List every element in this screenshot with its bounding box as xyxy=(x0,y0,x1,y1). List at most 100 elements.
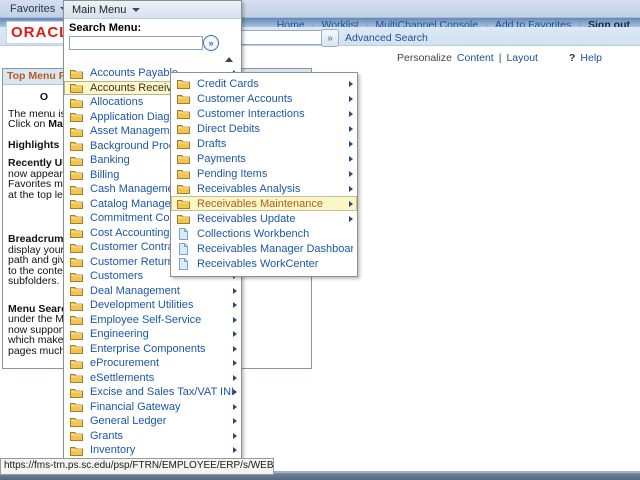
application-window: Home|Worklist|MultiChannel Console|Add t… xyxy=(0,0,640,480)
folder-icon xyxy=(177,93,190,104)
folder-icon xyxy=(70,271,83,282)
menu-item-employee-self-service[interactable]: Employee Self-Service xyxy=(64,313,241,328)
submenu-item-pending-items[interactable]: Pending Items xyxy=(171,166,357,181)
submenu-arrow-icon xyxy=(349,141,353,147)
menu-scroll-up-button[interactable] xyxy=(64,54,241,65)
menu-search-input[interactable] xyxy=(69,36,203,50)
menu-item-deal-management[interactable]: Deal Management xyxy=(64,284,241,299)
submenu-item-direct-debits[interactable]: Direct Debits xyxy=(171,121,357,136)
menu-item-label: Drafts xyxy=(197,138,349,150)
folder-icon xyxy=(70,445,83,456)
submenu-item-payments[interactable]: Payments xyxy=(171,151,357,166)
menu-item-label: Receivables WorkCenter xyxy=(197,258,353,270)
menu-item-label: Pending Items xyxy=(197,168,349,180)
menu-item-label: Receivables Maintenance xyxy=(197,198,349,210)
menu-item-label: Direct Debits xyxy=(197,123,349,135)
page-icon xyxy=(177,258,190,270)
personalize-content-link[interactable]: Content xyxy=(457,52,494,64)
folder-icon xyxy=(177,183,190,194)
menu-item-label: Payments xyxy=(197,153,349,165)
submenu-item-credit-cards[interactable]: Credit Cards xyxy=(171,76,357,91)
folder-icon xyxy=(70,329,83,340)
folder-icon xyxy=(177,153,190,164)
submenu-item-receivables-maintenance[interactable]: Receivables Maintenance xyxy=(171,196,357,211)
submenu-item-customer-interactions[interactable]: Customer Interactions xyxy=(171,106,357,121)
menu-item-grants[interactable]: Grants xyxy=(64,429,241,444)
submenu-arrow-icon xyxy=(349,171,353,177)
folder-icon xyxy=(70,68,83,79)
submenu-item-drafts[interactable]: Drafts xyxy=(171,136,357,151)
page-icon xyxy=(177,243,190,255)
menu-item-development-utilities[interactable]: Development Utilities xyxy=(64,298,241,313)
menu-item-excise-and-sales-tax-vat-ind[interactable]: Excise and Sales Tax/VAT IND xyxy=(64,385,241,400)
submenu-arrow-icon xyxy=(233,331,237,337)
menu-item-label: Employee Self-Service xyxy=(90,314,233,326)
folder-icon xyxy=(70,256,83,267)
folder-icon xyxy=(177,108,190,119)
main-menu-label: Main Menu xyxy=(72,4,126,16)
menu-item-label: Development Utilities xyxy=(90,299,233,311)
menu-search-go-button[interactable]: » xyxy=(203,35,219,51)
submenu-arrow-icon xyxy=(349,96,353,102)
folder-icon xyxy=(70,227,83,238)
folder-icon xyxy=(70,184,83,195)
menu-item-label: Deal Management xyxy=(90,285,233,297)
menu-item-label: Receivables Update xyxy=(197,213,349,225)
personalize-label: Personalize xyxy=(397,52,452,64)
submenu-arrow-icon xyxy=(233,389,237,395)
submenu-item-customer-accounts[interactable]: Customer Accounts xyxy=(171,91,357,106)
folder-icon xyxy=(70,140,83,151)
submenu-item-collections-workbench[interactable]: Collections Workbench xyxy=(171,226,357,241)
submenu-arrow-icon xyxy=(349,126,353,132)
menu-item-engineering[interactable]: Engineering xyxy=(64,327,241,342)
submenu-arrow-icon xyxy=(233,317,237,323)
folder-icon xyxy=(70,300,83,311)
main-menu-button[interactable]: Main Menu xyxy=(64,1,241,19)
submenu-arrow-icon xyxy=(233,418,237,424)
personalize-layout-link[interactable]: Layout xyxy=(506,52,538,64)
folder-icon xyxy=(70,358,83,369)
menu-item-eprocurement[interactable]: eProcurement xyxy=(64,356,241,371)
submenu-item-receivables-manager-dashboard[interactable]: Receivables Manager Dashboard xyxy=(171,241,357,256)
folder-icon xyxy=(70,401,83,412)
menu-item-label: eProcurement xyxy=(90,357,233,369)
folder-icon xyxy=(177,198,190,209)
submenu-item-receivables-analysis[interactable]: Receivables Analysis xyxy=(171,181,357,196)
menu-item-label: General Ledger xyxy=(90,415,233,427)
menu-item-inventory[interactable]: Inventory xyxy=(64,443,241,458)
submenu-arrow-icon xyxy=(349,201,353,207)
submenu-arrow-icon xyxy=(233,360,237,366)
advanced-search-link[interactable]: Advanced Search xyxy=(345,32,428,44)
submenu-arrow-icon xyxy=(233,288,237,294)
submenu-arrow-icon xyxy=(349,156,353,162)
submenu-arrow-icon xyxy=(233,433,237,439)
personalize-separator: | xyxy=(499,52,502,64)
help-link[interactable]: Help xyxy=(580,52,602,64)
folder-icon xyxy=(177,123,190,134)
menu-item-enterprise-components[interactable]: Enterprise Components xyxy=(64,342,241,357)
menu-item-label: Credit Cards xyxy=(197,78,349,90)
folder-icon xyxy=(70,155,83,166)
folder-icon xyxy=(70,126,83,137)
menu-item-label: Inventory xyxy=(90,444,233,456)
menu-item-financial-gateway[interactable]: Financial Gateway xyxy=(64,400,241,415)
page-icon xyxy=(177,228,190,240)
menu-item-label: Grants xyxy=(90,430,233,442)
folder-icon xyxy=(70,198,83,209)
menu-item-label: Customer Interactions xyxy=(197,108,349,120)
header-search-go-button[interactable]: » xyxy=(321,29,339,47)
submenu-item-receivables-workcenter[interactable]: Receivables WorkCenter xyxy=(171,256,357,271)
submenu-arrow-icon xyxy=(233,447,237,453)
menu-item-general-ledger[interactable]: General Ledger xyxy=(64,414,241,429)
menu-item-esettlements[interactable]: eSettlements xyxy=(64,371,241,386)
folder-icon xyxy=(177,213,190,224)
submenu-arrow-icon xyxy=(233,346,237,352)
menu-item-label: Receivables Manager Dashboard xyxy=(197,243,353,255)
submenu-item-receivables-update[interactable]: Receivables Update xyxy=(171,211,357,226)
submenu-arrow-icon xyxy=(233,404,237,410)
scroll-up-icon xyxy=(225,57,233,62)
submenu-arrow-icon xyxy=(233,375,237,381)
status-url-tooltip: https://fms-trn.ps.sc.edu/psp/FTRN/EMPLO… xyxy=(0,458,274,475)
folder-icon xyxy=(70,82,83,93)
submenu-arrow-icon xyxy=(349,216,353,222)
